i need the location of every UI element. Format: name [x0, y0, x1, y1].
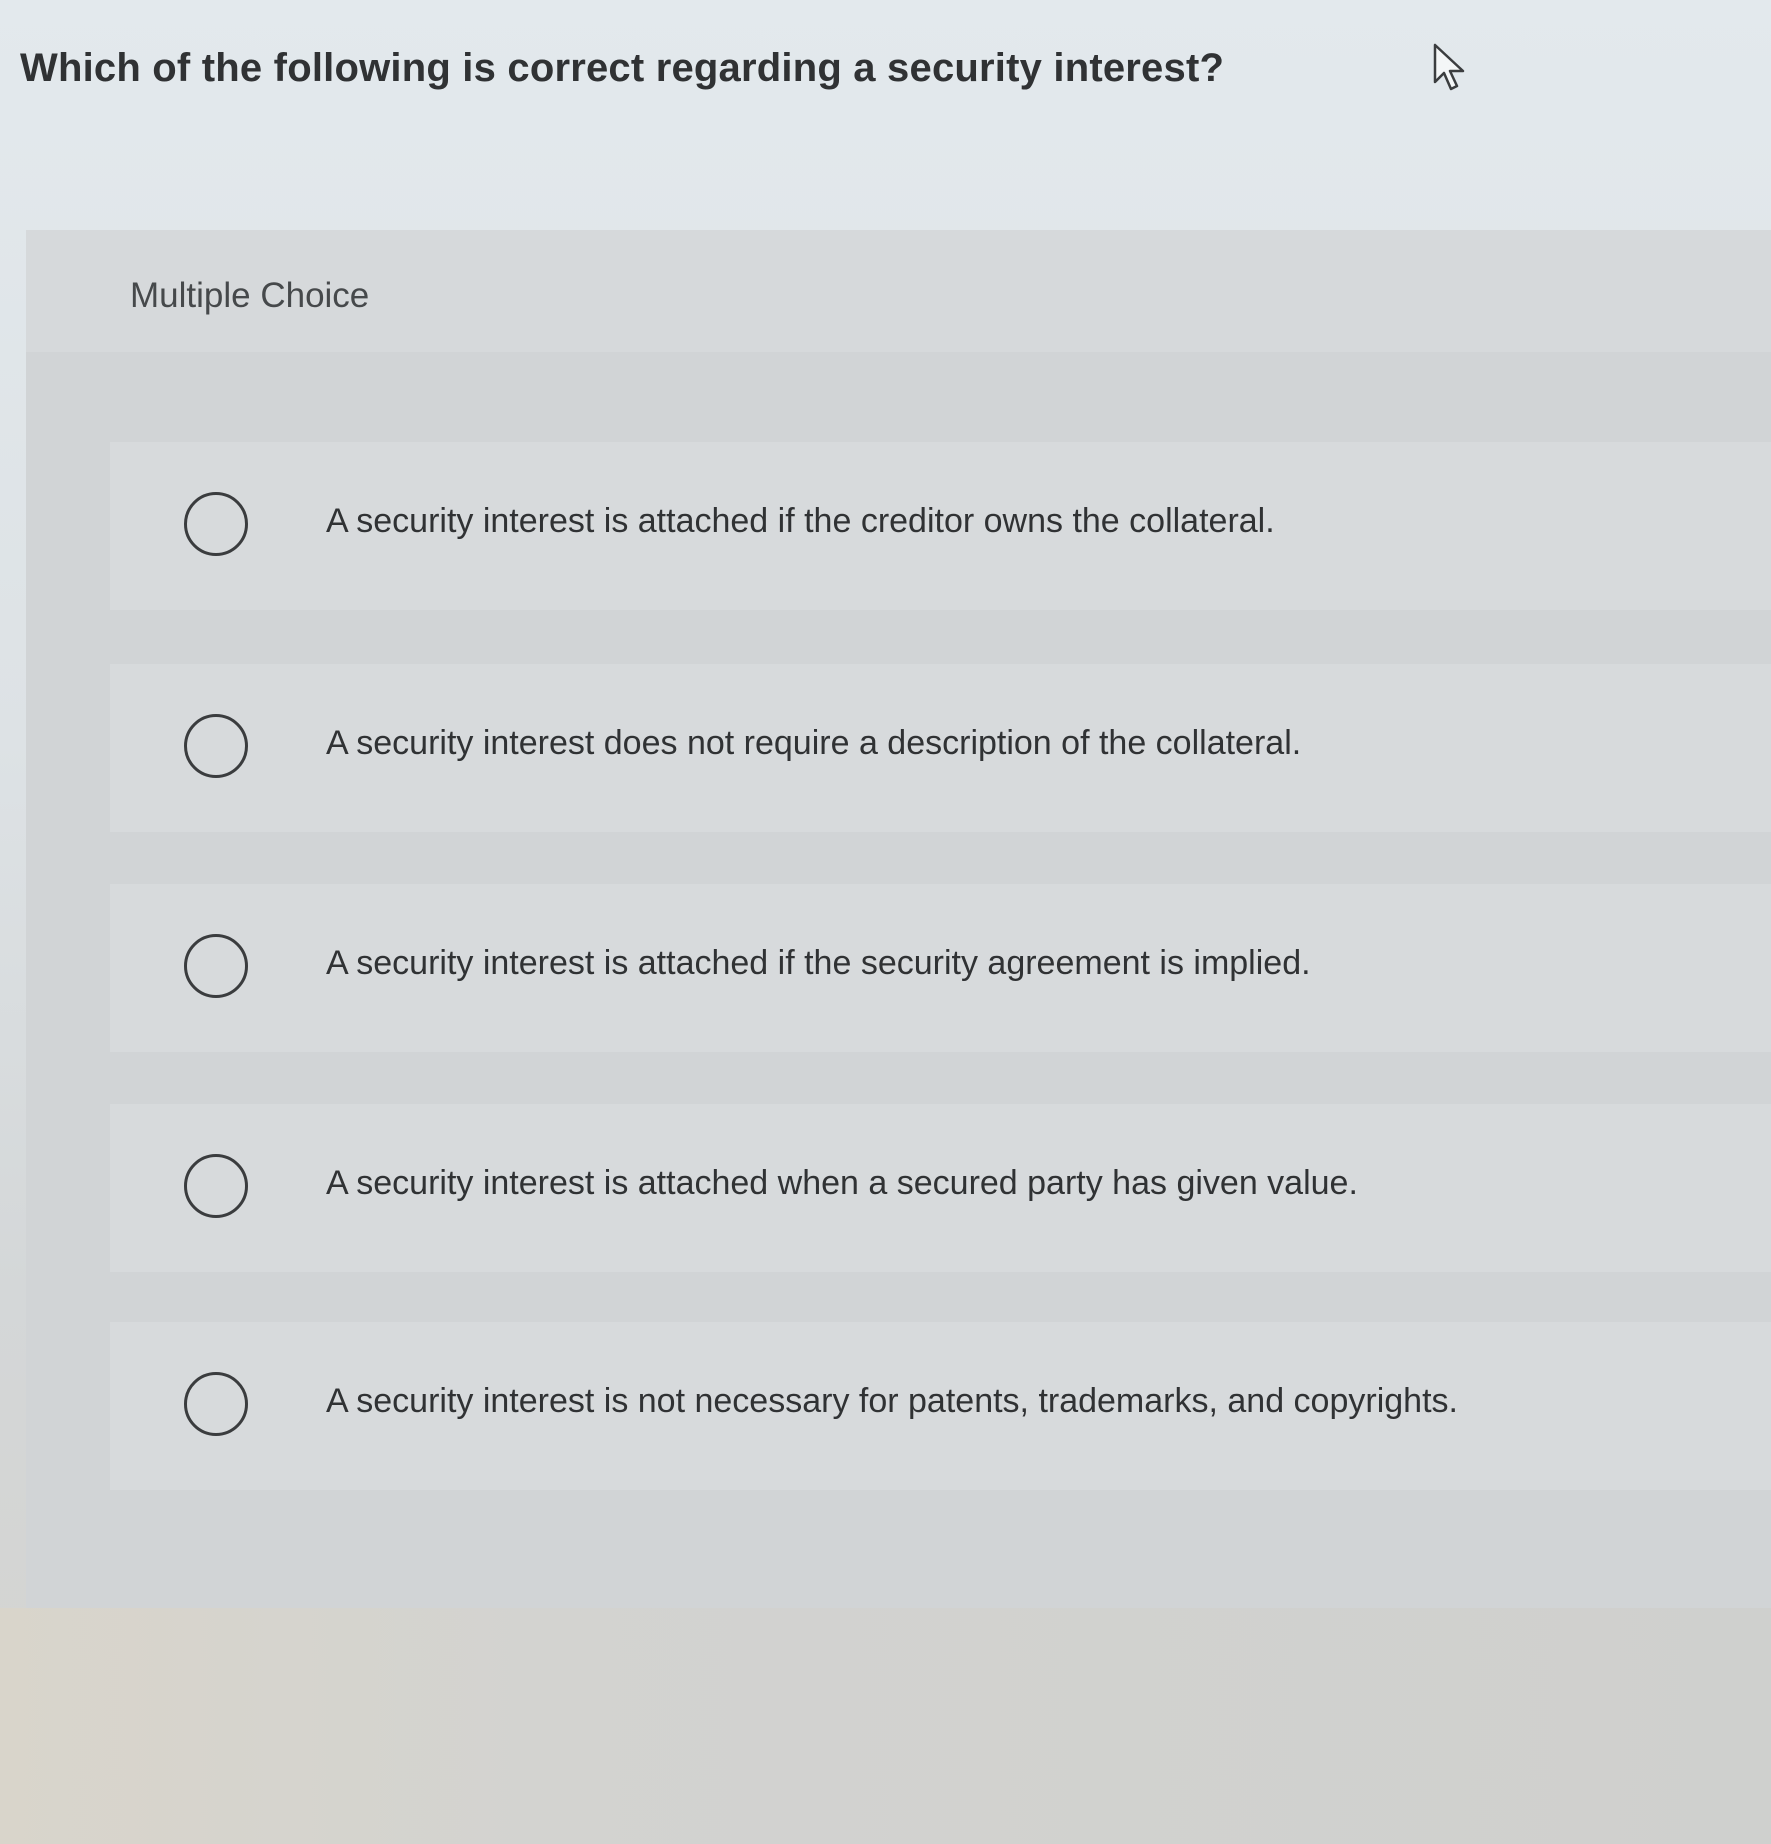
question-text: Which of the following is correct regard… — [20, 46, 1225, 90]
panel-header: Multiple Choice — [26, 230, 1771, 352]
answer-option-text: A security interest is attached if the c… — [326, 502, 1275, 540]
radio-button-icon[interactable] — [184, 714, 248, 778]
multiple-choice-panel: Multiple Choice A security interest is a… — [26, 230, 1771, 1608]
page-background-bottom — [0, 1608, 1771, 1844]
answer-option-text: A security interest is attached when a s… — [326, 1164, 1358, 1202]
cursor-icon — [1433, 43, 1465, 91]
answer-option-text: A security interest is not necessary for… — [326, 1382, 1458, 1420]
radio-button-icon[interactable] — [184, 934, 248, 998]
answer-option-text: A security interest is attached if the s… — [326, 944, 1311, 982]
answer-option[interactable]: A security interest does not require a d… — [110, 664, 1771, 832]
radio-button-icon[interactable] — [184, 1372, 248, 1436]
answer-option-text: A security interest does not require a d… — [326, 724, 1302, 762]
radio-button-icon[interactable] — [184, 1154, 248, 1218]
multiple-choice-label: Multiple Choice — [130, 276, 370, 315]
answer-option[interactable]: A security interest is attached when a s… — [110, 1104, 1771, 1272]
answer-option[interactable]: A security interest is attached if the s… — [110, 884, 1771, 1052]
answer-option[interactable]: A security interest is not necessary for… — [110, 1322, 1771, 1490]
answer-option[interactable]: A security interest is attached if the c… — [110, 442, 1771, 610]
radio-button-icon[interactable] — [184, 492, 248, 556]
